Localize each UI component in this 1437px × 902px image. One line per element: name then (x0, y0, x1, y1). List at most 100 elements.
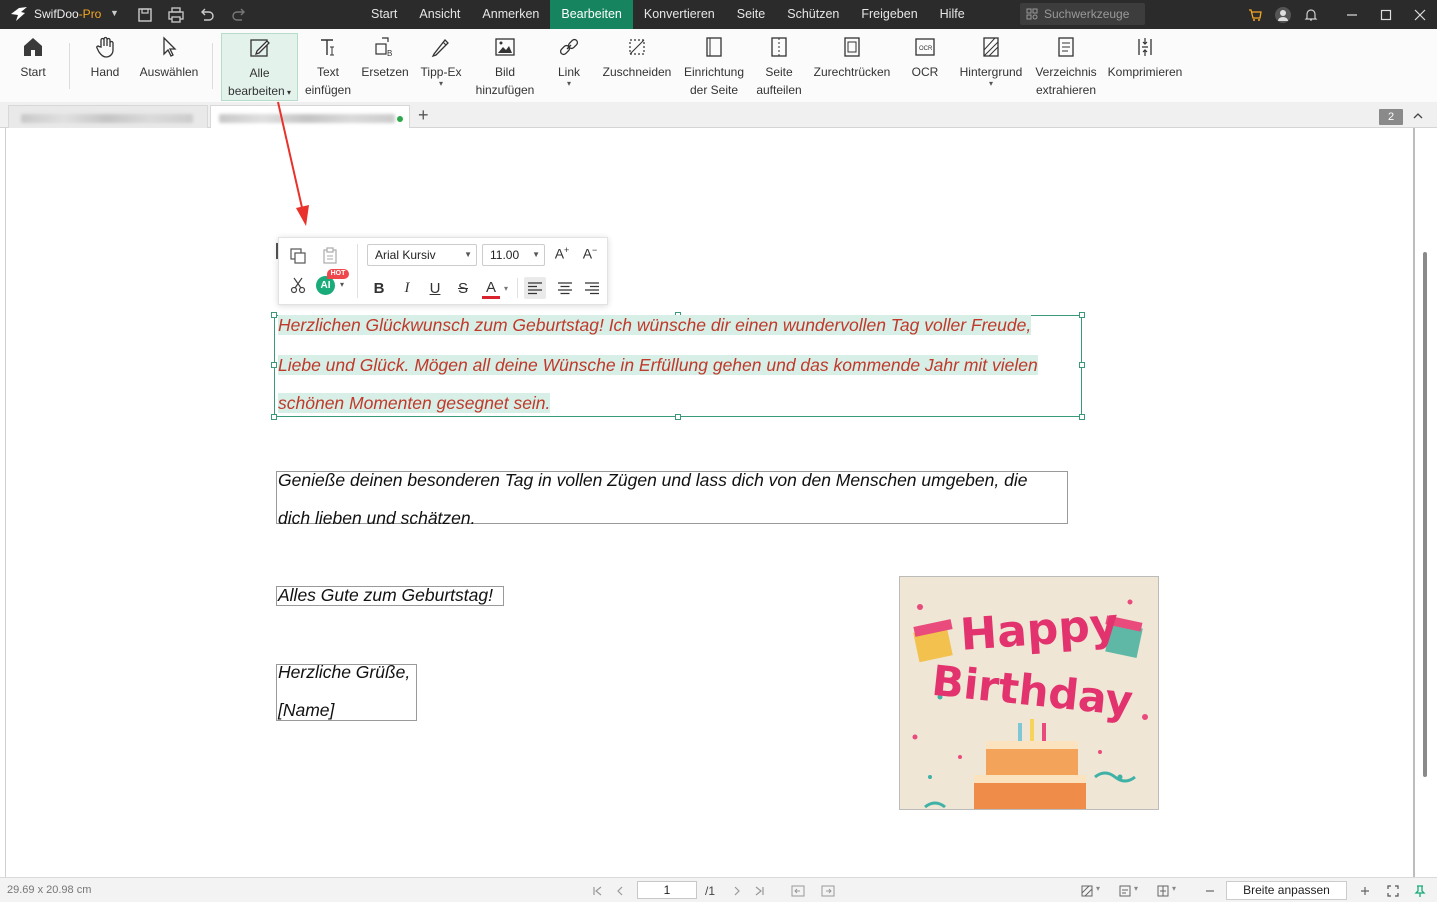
cart-icon[interactable] (1241, 0, 1269, 29)
close-icon[interactable] (1403, 0, 1437, 29)
previous-page-icon[interactable] (613, 884, 627, 898)
pin-icon[interactable] (1413, 884, 1427, 898)
menu-schuetzen[interactable]: Schützen (776, 0, 850, 29)
next-page-icon[interactable] (730, 884, 744, 898)
menu-hilfe[interactable]: Hilfe (929, 0, 976, 29)
copy-icon[interactable] (289, 247, 307, 265)
edit-square-icon (249, 39, 270, 57)
crop-button[interactable]: Zuschneiden (600, 33, 674, 99)
save-icon[interactable] (136, 6, 154, 24)
ocr-button[interactable]: OCR OCR (907, 33, 943, 99)
vertical-scrollbar-thumb[interactable] (1423, 252, 1427, 777)
fullscreen-icon[interactable] (1386, 884, 1400, 898)
add-tab-plus-icon[interactable]: + (418, 106, 429, 124)
redo-icon[interactable] (230, 6, 248, 24)
menu-konvertieren[interactable]: Konvertieren (633, 0, 726, 29)
align-right-icon[interactable] (581, 277, 603, 299)
link-button[interactable]: Link ▾ (552, 33, 586, 99)
chevron-down-icon[interactable]: ▾ (1134, 884, 1138, 893)
align-left-button[interactable] (524, 277, 546, 299)
font-family-select[interactable]: Arial Kursiv ▼ (367, 244, 477, 266)
text-color-chevron-icon[interactable]: ▾ (504, 284, 508, 293)
replace-button[interactable]: B Ersetzen (360, 33, 410, 99)
page-setup-icon (706, 37, 722, 57)
first-page-icon[interactable] (590, 884, 604, 898)
italic-icon[interactable]: I (398, 280, 416, 297)
increase-font-size-icon[interactable]: A+ (553, 245, 571, 262)
undo-icon[interactable] (198, 6, 216, 24)
text-color-icon[interactable]: A (482, 280, 500, 299)
cut-scissors-icon[interactable] (289, 276, 307, 294)
svg-text:B: B (387, 49, 392, 58)
resize-handle[interactable] (271, 362, 277, 368)
fit-width-select[interactable]: Breite anpassen (1226, 881, 1347, 900)
forward-view-icon[interactable] (821, 884, 835, 898)
decrease-font-size-icon[interactable]: A− (581, 245, 599, 262)
selected-text-line[interactable]: schönen Momenten gesegnet sein. (278, 393, 551, 414)
hand-label: Hand (90, 65, 120, 79)
background-button[interactable]: Hintergrund ▾ (956, 33, 1026, 99)
add-image-button[interactable]: Bild hinzufügen (472, 33, 538, 99)
last-page-icon[interactable] (753, 884, 767, 898)
app-menu-chevron-icon[interactable]: ▼ (110, 8, 119, 18)
current-page-input[interactable]: 1 (637, 881, 697, 899)
ai-dropdown-chevron-icon[interactable]: ▾ (340, 280, 344, 289)
menu-seite[interactable]: Seite (726, 0, 777, 29)
background-view-icon[interactable] (1080, 884, 1094, 898)
hand-tool-button[interactable]: Hand (85, 33, 125, 99)
user-avatar-icon[interactable] (1269, 0, 1297, 29)
resize-handle[interactable] (271, 414, 277, 420)
text-format-toolbar: AI HOT ▾ Arial Kursiv ▼ 11.00 ▼ A+ A− B I … (278, 237, 608, 305)
document-tab-1[interactable] (8, 105, 208, 129)
whiteout-button[interactable]: Tipp-Ex ▾ (417, 33, 465, 99)
menu-start[interactable]: Start (360, 0, 408, 29)
ribbon-divider (69, 43, 70, 89)
resize-handle[interactable] (1079, 312, 1085, 318)
strikethrough-icon[interactable]: S (454, 280, 472, 297)
deskew-button[interactable]: Zurechtrücken (812, 33, 892, 99)
add-image-label-1: Bild (494, 65, 515, 79)
select-tool-button[interactable]: Auswählen (138, 33, 200, 99)
chevron-down-icon[interactable]: ▾ (1172, 884, 1176, 893)
maximize-icon[interactable] (1369, 0, 1403, 29)
notification-bell-icon[interactable] (1297, 0, 1325, 29)
resize-handle[interactable] (1079, 414, 1085, 420)
edit-all-button[interactable]: Alle bearbeiten ▾ (221, 33, 298, 101)
split-page-button[interactable]: Seite aufteilen (754, 33, 804, 99)
start-button[interactable]: Start (14, 33, 52, 99)
selected-text-line[interactable]: Liebe und Glück. Mögen all deine Wünsche… (278, 355, 1038, 376)
align-center-icon[interactable] (554, 277, 576, 299)
extract-toc-button[interactable]: Verzeichnis extrahieren (1032, 33, 1100, 99)
resize-handle[interactable] (271, 312, 277, 318)
resize-handle[interactable] (675, 414, 681, 420)
font-size-select[interactable]: 11.00 ▼ (482, 244, 545, 266)
print-icon[interactable] (167, 6, 185, 24)
app-name[interactable]: SwifDoo-Pro (34, 7, 101, 21)
chevron-up-icon[interactable] (1412, 110, 1424, 122)
back-view-icon[interactable] (791, 884, 805, 898)
layout-mode-icon[interactable] (1156, 884, 1170, 898)
menu-anmerken[interactable]: Anmerken (471, 0, 550, 29)
birthday-image[interactable]: Happy Birthday (899, 576, 1159, 810)
compress-button[interactable]: Komprimieren (1104, 33, 1186, 99)
menu-bearbeiten[interactable]: Bearbeiten (550, 0, 633, 29)
underline-icon[interactable]: U (426, 280, 444, 297)
chevron-down-icon[interactable]: ▾ (1096, 884, 1100, 893)
menu-ansicht[interactable]: Ansicht (408, 0, 471, 29)
whiteout-label: Tipp-Ex (420, 65, 462, 79)
page-setup-button[interactable]: Einrichtung der Seite (681, 33, 747, 99)
menu-freigeben[interactable]: Freigeben (850, 0, 928, 29)
selected-text-line[interactable]: Herzlichen Glückwunsch zum Geburtstag! I… (278, 315, 1032, 336)
add-text-button[interactable]: Text einfügen (302, 33, 354, 99)
bold-icon[interactable]: B (370, 280, 388, 297)
search-tools-input[interactable]: Suchwerkzeuge (1020, 3, 1145, 25)
resize-handle[interactable] (1079, 362, 1085, 368)
title-bar: SwifDoo-Pro ▼ Start Ansicht Anmerken Bea… (0, 0, 1437, 29)
page-mode-icon[interactable] (1118, 884, 1132, 898)
zoom-in-icon[interactable] (1358, 884, 1372, 898)
minimize-icon[interactable] (1335, 0, 1369, 29)
cursor-arrow-icon (163, 36, 177, 57)
birthday-illustration: Happy Birthday (900, 577, 1158, 809)
paste-icon[interactable] (321, 247, 339, 265)
zoom-out-icon[interactable] (1203, 884, 1217, 898)
